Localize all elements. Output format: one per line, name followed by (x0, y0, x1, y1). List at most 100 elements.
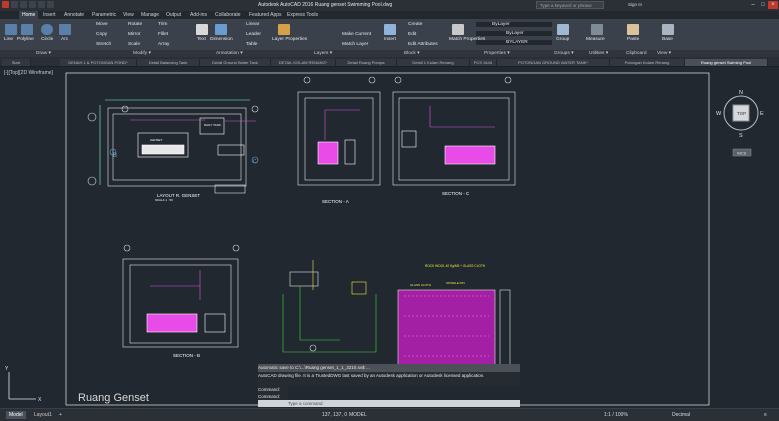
layer-properties-button[interactable]: Layer Properties (272, 37, 307, 42)
model-space-toggle[interactable]: MODEL (349, 411, 367, 419)
polyline-icon[interactable] (21, 24, 33, 35)
panel-annotation[interactable]: Annotation ▾ (216, 50, 243, 57)
doc-tab[interactable]: Detail Ground Water Tank (200, 59, 271, 66)
search-input[interactable]: Type a keyword or phrase (536, 1, 604, 9)
paste-icon[interactable] (627, 24, 639, 35)
color-select[interactable]: ByLayer (476, 22, 552, 27)
doc-tab[interactable]: DETAIL KOLAM RENANG* (271, 59, 336, 66)
tab-manage[interactable]: Manage (141, 11, 159, 19)
circle-icon[interactable] (41, 24, 53, 35)
create-button[interactable]: Create (408, 22, 422, 27)
tab-addins[interactable]: Add-ins (190, 11, 207, 19)
dimension-icon[interactable] (215, 24, 227, 35)
doc-tab[interactable]: Detail Ruang Pompa (336, 59, 397, 66)
sign-in-button[interactable]: Sign In (628, 2, 642, 7)
tab-home[interactable]: Home (19, 11, 39, 19)
rotate-button[interactable]: Rotate (128, 22, 142, 27)
doc-tab[interactable]: Detail 1 Kolam Renang (397, 59, 470, 66)
insert-button[interactable]: Insert (384, 37, 396, 42)
move-button[interactable]: Move (96, 22, 108, 27)
panel-properties[interactable]: Properties ▾ (484, 50, 510, 57)
array-button[interactable]: Array (158, 42, 169, 47)
drawing-viewport[interactable] (0, 67, 779, 408)
tab-insert[interactable]: Insert (43, 11, 56, 19)
panel-utilities[interactable]: Utilities ▾ (589, 50, 608, 57)
table-button[interactable]: Table (246, 42, 257, 47)
new-icon[interactable] (11, 1, 18, 8)
doc-tab[interactable]: PCS 3444 (470, 59, 497, 66)
minimize-icon[interactable]: – (748, 1, 758, 9)
measure-icon[interactable] (591, 24, 603, 35)
layout1-tab[interactable]: Layout1 (31, 411, 55, 419)
dimension-button[interactable]: Dimension (210, 37, 233, 42)
doc-tab-active[interactable]: Ruang genset Swiming Pool (685, 59, 768, 66)
polyline-button[interactable]: Polyline (17, 37, 34, 42)
open-icon[interactable] (20, 1, 27, 8)
edit-attributes-button[interactable]: Edit Attributes (408, 42, 438, 47)
text-button[interactable]: Text (197, 37, 206, 42)
arc-icon[interactable] (59, 24, 71, 35)
arc-button[interactable]: Arc (61, 37, 68, 42)
linear-button[interactable]: Linear (246, 22, 259, 27)
panel-groups[interactable]: Groups ▾ (554, 50, 573, 57)
text-icon[interactable] (196, 24, 208, 35)
tab-annotate[interactable]: Annotate (64, 11, 84, 19)
match-layer-button[interactable]: Match Layer (342, 42, 368, 47)
doc-tab[interactable]: Potongan Kolam Renang (610, 59, 685, 66)
insert-icon[interactable] (384, 24, 396, 35)
group-icon[interactable] (557, 24, 569, 35)
scale-button[interactable]: Scale (128, 42, 140, 47)
tab-output[interactable]: Output (166, 11, 181, 19)
line-icon[interactable] (5, 24, 17, 35)
tab-view[interactable]: View (123, 11, 134, 19)
group-button[interactable]: Group (556, 37, 569, 42)
save-icon[interactable] (29, 1, 36, 8)
undo-icon[interactable] (38, 1, 45, 8)
copy-button[interactable]: Copy (96, 32, 107, 37)
panel-draw[interactable]: Draw ▾ (36, 50, 51, 57)
maximize-icon[interactable]: □ (758, 1, 768, 9)
add-layout-icon[interactable]: + (56, 411, 68, 419)
model-tab[interactable]: Model (6, 411, 26, 419)
circle-button[interactable]: Circle (41, 37, 53, 42)
leader-button[interactable]: Leader (246, 32, 261, 37)
line-button[interactable]: Line (4, 37, 13, 42)
base-view-icon[interactable] (662, 24, 674, 35)
layer-properties-icon[interactable] (278, 24, 290, 35)
doc-tab[interactable]: DENAH 1 & POTONGAN POND* (60, 59, 137, 66)
redo-icon[interactable] (47, 1, 54, 8)
command-input[interactable]: Type a command (258, 400, 520, 407)
annotation-scale[interactable]: 1:1 / 100% (604, 411, 628, 419)
panel-modify[interactable]: Modify ▾ (133, 50, 151, 57)
lineweight-select[interactable]: BYLAYER (476, 40, 552, 45)
quick-access-toolbar[interactable] (2, 1, 54, 8)
stretch-button[interactable]: Stretch (96, 42, 111, 47)
app-menu-icon[interactable] (2, 1, 9, 8)
tab-parametric[interactable]: Parametric (92, 11, 116, 19)
tab-featured-apps[interactable]: Featured Apps (249, 11, 282, 19)
doc-tab-start[interactable]: Start (2, 59, 31, 66)
trim-button[interactable]: Trim (158, 22, 167, 27)
customization-icon[interactable]: ≡ (764, 411, 767, 419)
close-icon[interactable]: × (768, 1, 778, 9)
panel-clipboard[interactable]: Clipboard (626, 50, 647, 57)
paste-button[interactable]: Paste (627, 37, 639, 42)
mirror-button[interactable]: Mirror (128, 32, 141, 37)
doc-tab[interactable]: Detail Balancing Tank (137, 59, 200, 66)
tab-express-tools[interactable]: Express Tools (287, 11, 318, 19)
panel-block[interactable]: Block ▾ (404, 50, 419, 57)
units-display[interactable]: Decimal (672, 411, 690, 419)
make-current-button[interactable]: Make Current (342, 32, 371, 37)
tab-collaborate[interactable]: Collaborate (215, 11, 241, 19)
linetype-select[interactable]: ByLayer (476, 31, 552, 36)
panel-view[interactable]: View ▾ (657, 50, 671, 57)
fillet-button[interactable]: Fillet (158, 32, 168, 37)
edit-button[interactable]: Edit (408, 32, 416, 37)
match-properties-icon[interactable] (452, 24, 464, 35)
viewport-controls[interactable]: [-][Top][2D Wireframe] (4, 70, 53, 76)
base-button[interactable]: Base (662, 37, 673, 42)
panel-layers[interactable]: Layers ▾ (314, 50, 332, 57)
ribbon-tabs: Home Insert Annotate Parametric View Man… (0, 11, 779, 19)
doc-tab[interactable]: POTONGAN GROUND WATER TANK* (497, 59, 610, 66)
measure-button[interactable]: Measure (586, 37, 605, 42)
